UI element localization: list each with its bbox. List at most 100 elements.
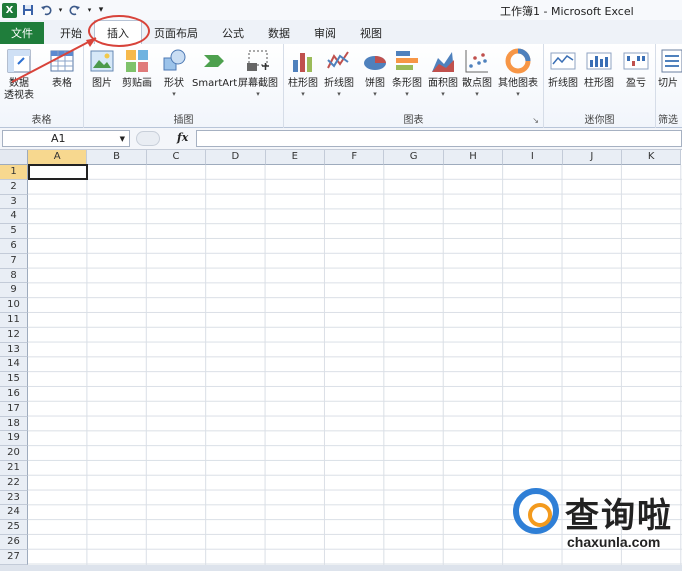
row-header-21[interactable]: 21 [0,461,28,476]
pivot-table-button[interactable]: 数据 透视表 [4,47,34,102]
formula-bar: A1 ▼ fx [0,128,682,150]
picture-icon [88,47,116,75]
undo-dropdown-icon[interactable]: ▾ [57,3,64,17]
group-charts: 柱形图 ▾ 折线图 ▾ 饼图 ▾ 条形图 ▾ 面积图 ▾ 散点图 ▾ 其他图表 … [284,44,544,128]
tab-home[interactable]: 开始 [48,22,94,44]
customize-qat-icon[interactable]: ▾ [97,3,105,17]
bar-chart-button[interactable]: 条形图 ▾ [392,47,422,98]
redo-icon[interactable] [68,3,82,17]
column-header-c[interactable]: C [146,150,207,165]
watermark-url: chaxunla.com [567,534,661,550]
group-tables: 数据 透视表 表格 表格 [0,44,84,128]
save-icon[interactable] [21,3,35,17]
row-header-10[interactable]: 10 [0,298,28,313]
tab-page-layout[interactable]: 页面布局 [142,22,210,44]
tab-insert[interactable]: 插入 [94,20,142,44]
column-chart-dropdown-icon: ▾ [301,90,305,98]
tab-data[interactable]: 数据 [256,22,302,44]
column-header-e[interactable]: E [265,150,325,165]
tab-review[interactable]: 审阅 [302,22,348,44]
row-header-22[interactable]: 22 [0,475,28,491]
row-header-4[interactable]: 4 [0,209,28,225]
formula-input[interactable] [196,130,682,147]
column-header-j[interactable]: J [562,150,622,165]
row-header-27[interactable]: 27 [0,549,28,565]
group-charts-label: 图表 [403,115,424,126]
row-header-18[interactable]: 18 [0,416,28,432]
shapes-button[interactable]: 形状 ▾ [160,47,188,98]
row-header-3[interactable]: 3 [0,194,28,210]
row-header-24[interactable]: 24 [0,505,28,521]
slicer-button[interactable]: 切片 [658,47,682,90]
name-box[interactable]: A1 ▼ [2,130,130,147]
column-header-i[interactable]: I [503,150,563,165]
row-header-25[interactable]: 25 [0,520,28,535]
screenshot-label: 屏幕截图 [238,78,278,89]
scatter-chart-button[interactable]: 散点图 ▾ [462,47,492,98]
column-header-f[interactable]: F [325,150,385,165]
row-header-19[interactable]: 19 [0,431,28,447]
row-header-11[interactable]: 11 [0,313,28,328]
row-header-1[interactable]: 1 [0,165,28,180]
other-charts-dropdown-icon: ▾ [516,90,520,98]
table-button[interactable]: 表格 [48,47,76,90]
table-icon [48,47,76,75]
other-charts-button[interactable]: 其他图表 ▾ [498,47,538,98]
table-label: 表格 [52,78,72,89]
row-header-9[interactable]: 9 [0,283,28,299]
picture-button[interactable]: 图片 [88,47,116,90]
row-header-14[interactable]: 14 [0,357,28,373]
row-header-5[interactable]: 5 [0,224,28,239]
redo-dropdown-icon[interactable]: ▾ [86,3,93,17]
row-header-6[interactable]: 6 [0,239,28,254]
bar-chart-label: 条形图 [392,78,422,89]
line-chart-button[interactable]: 折线图 ▾ [324,47,354,98]
pie-chart-button[interactable]: 饼图 ▾ [361,47,389,98]
row-header-20[interactable]: 20 [0,446,28,461]
sparkline-line-button[interactable]: 折线图 [548,47,578,90]
row-header-17[interactable]: 17 [0,401,28,417]
scatter-chart-icon [463,47,491,75]
row-header-16[interactable]: 16 [0,387,28,402]
horizontal-scrollbar[interactable] [0,565,682,571]
row-header-12[interactable]: 12 [0,327,28,343]
clipart-button[interactable]: 剪贴画 [122,47,152,90]
row-header-7[interactable]: 7 [0,253,28,269]
formula-bar-divider [136,131,160,146]
pivot-table-label-2: 透视表 [4,90,34,101]
row-header-26[interactable]: 26 [0,535,28,550]
tab-view[interactable]: 视图 [348,22,394,44]
area-chart-button[interactable]: 面积图 ▾ [428,47,458,98]
column-header-a[interactable]: A [28,150,88,165]
row-header-8[interactable]: 8 [0,268,28,284]
row-header-2[interactable]: 2 [0,179,28,195]
sparkline-winloss-button[interactable]: 盈亏 [622,47,650,90]
column-header-k[interactable]: K [622,150,682,165]
insert-function-icon[interactable]: fx [177,131,188,144]
pivot-table-label: 数据 [9,78,29,89]
column-chart-button[interactable]: 柱形图 ▾ [288,47,318,98]
row-header-15[interactable]: 15 [0,372,28,387]
scatter-chart-dropdown-icon: ▾ [475,90,479,98]
column-header-g[interactable]: G [384,150,444,165]
column-header-b[interactable]: B [87,150,147,165]
screenshot-button[interactable]: 屏幕截图 ▾ [238,47,278,98]
column-header-h[interactable]: H [443,150,504,165]
excel-logo-icon: X [2,2,17,18]
line-chart-icon [325,47,353,75]
active-cell-a1[interactable] [28,164,88,180]
row-header-13[interactable]: 13 [0,342,28,358]
undo-icon[interactable] [39,3,53,17]
title-bar: X ▾ ▾ ▾ 工作簿1 - Microsoft Excel [0,0,682,20]
sparkline-column-button[interactable]: 柱形图 [584,47,614,90]
smartart-icon [201,47,229,75]
tab-file[interactable]: 文件 [0,22,44,44]
row-header-23[interactable]: 23 [0,490,28,506]
tab-formulas[interactable]: 公式 [210,22,256,44]
column-header-d[interactable]: D [206,150,266,165]
select-all-corner[interactable] [0,150,28,165]
smartart-button[interactable]: SmartArt [192,47,237,90]
sparkline-column-label: 柱形图 [584,78,614,89]
name-box-dropdown-icon[interactable]: ▼ [120,135,125,143]
charts-dialog-launcher-icon[interactable]: ↘ [532,116,539,125]
